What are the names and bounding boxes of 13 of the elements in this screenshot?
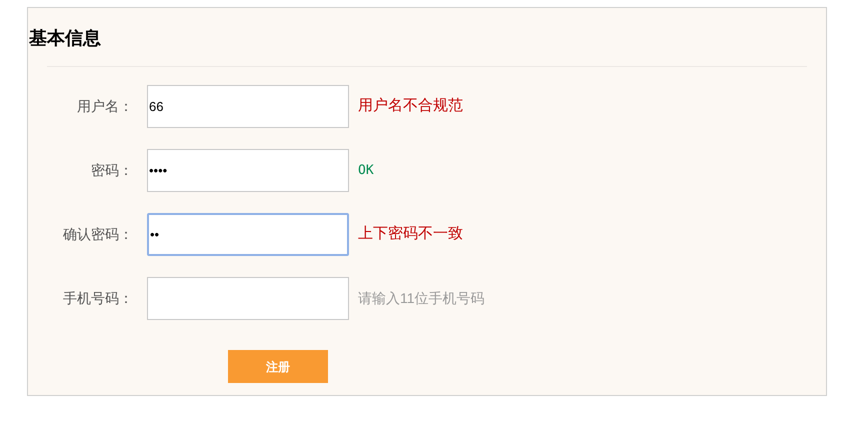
field-label: 密码：: [90, 161, 134, 180]
validation-message: 请输入11位手机号码: [358, 289, 485, 308]
field-label: 手机号码：: [62, 289, 134, 308]
input-field[interactable]: [147, 277, 349, 320]
validation-message: OK: [358, 162, 374, 180]
field-label: 确认密码：: [62, 225, 134, 244]
input-field[interactable]: 66: [147, 85, 349, 128]
field-label: 用户名：: [76, 97, 134, 116]
input-field[interactable]: ••: [147, 213, 349, 256]
section-title: 基本信息: [29, 27, 101, 50]
validation-message: 上下密码不一致: [358, 224, 463, 244]
input-field[interactable]: ••••: [147, 149, 349, 192]
validation-message: 用户名不合规范: [358, 96, 463, 116]
